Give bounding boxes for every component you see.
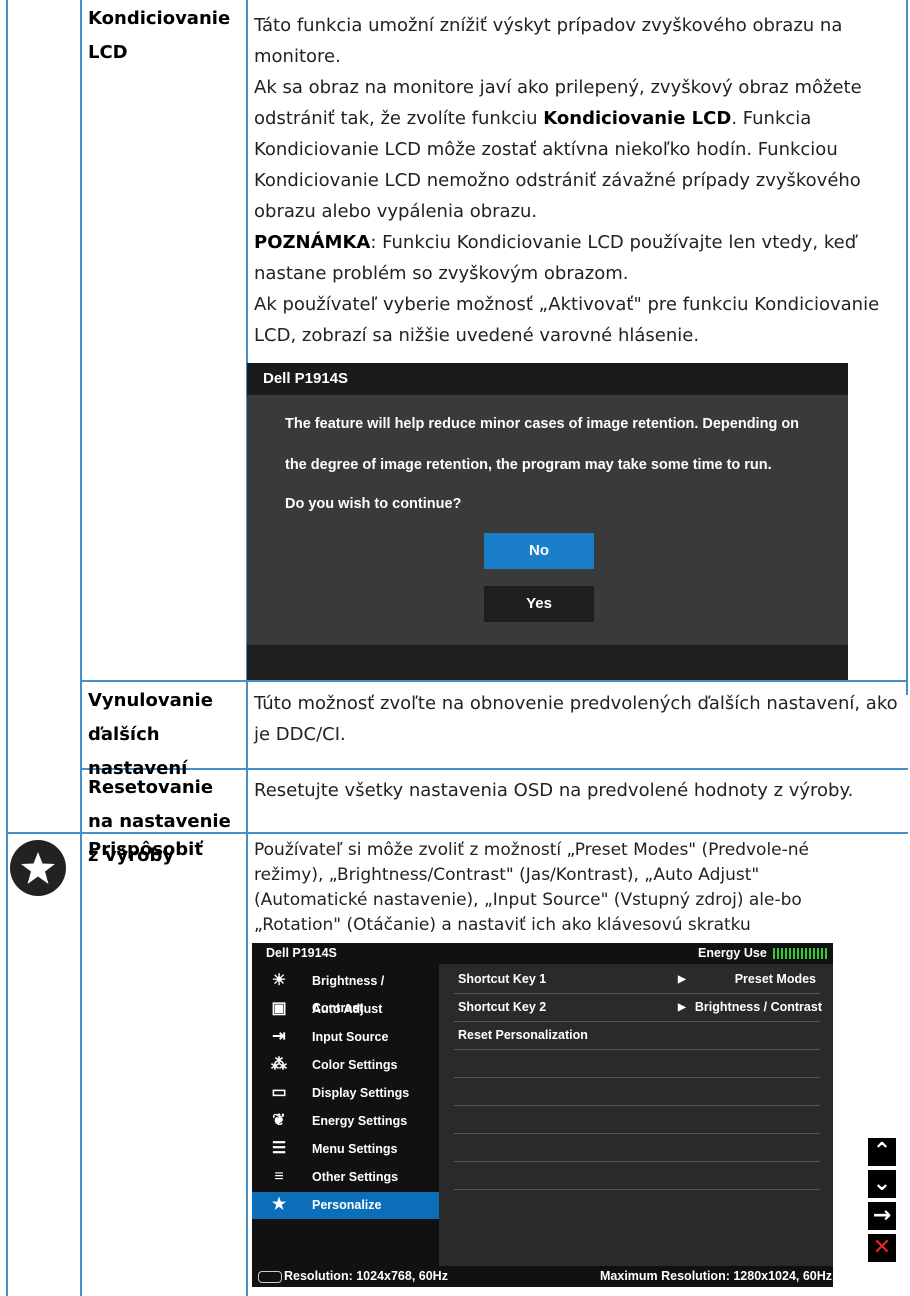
exit-icon[interactable]: ✕: [868, 1234, 896, 1262]
osd-menu-item[interactable]: ☰ Menu Settings: [252, 1136, 439, 1163]
osd-menu-item[interactable]: ▣ Auto Adjust: [252, 996, 439, 1023]
menu-settings-icon: ☰: [271, 1140, 287, 1157]
resolution-label: Resolution: 1024x768, 60Hz: [284, 1269, 448, 1283]
star-icon: [10, 840, 66, 896]
row-desc-factory-reset: Resetujte všetky nastavenia OSD na predv…: [254, 780, 854, 801]
row-desc-lcd-conditioning: Táto funkcia umožní znížiť výskyt prípad…: [254, 10, 902, 351]
enter-icon[interactable]: →: [868, 1202, 896, 1230]
table-border-right: [906, 0, 908, 695]
osd-option-row[interactable]: Shortcut Key 1 ▶ Preset Modes: [454, 966, 820, 994]
osd-menu-item[interactable]: ▭ Display Settings: [252, 1080, 439, 1107]
brightness-icon: ☀: [271, 972, 287, 989]
osd-menu-item[interactable]: ⁂ Color Settings: [252, 1052, 439, 1079]
bold-term: Kondiciovanie LCD: [543, 108, 732, 129]
osd-sidebar: ☀ Brightness / Contrast ▣ Auto Adjust ⇥ Inp…: [252, 964, 439, 1266]
row-desc-reset-other: Túto možnosť zvoľte na obnovenie predvol…: [254, 693, 898, 745]
osd-title: Dell P1914S: [266, 946, 337, 960]
auto-adjust-icon: ▣: [271, 1000, 287, 1017]
dialog-message-line: The feature will help reduce minor cases…: [285, 416, 800, 432]
osd-empty-row: [454, 1134, 820, 1162]
no-button[interactable]: No: [484, 533, 594, 569]
arrow-right-icon: ▶: [678, 974, 686, 985]
max-resolution-label: Maximum Resolution: 1280x1024, 60Hz: [600, 1269, 833, 1283]
dialog-footer: [247, 645, 848, 680]
monitor-icon: [258, 1271, 282, 1283]
display-settings-icon: ▭: [271, 1084, 287, 1101]
warning-dialog: Dell P1914S The feature will help reduce…: [247, 363, 848, 680]
osd-menu: Dell P1914S Energy Use ☀ Brightness / Con…: [252, 943, 833, 1287]
table-border-left: [6, 0, 8, 1296]
color-settings-icon: ⁂: [271, 1056, 287, 1073]
osd-menu-item-selected[interactable]: ★ Personalize: [252, 1192, 439, 1219]
energy-settings-icon: ❦: [272, 1112, 286, 1129]
energy-use-label: Energy Use: [698, 946, 767, 960]
dialog-message-line: Do you wish to continue?: [285, 496, 462, 512]
osd-menu-item[interactable]: ☀ Brightness / Contrast: [252, 968, 439, 1015]
osd-option-row[interactable]: Shortcut Key 2 ▶ Brightness / Contrast: [454, 994, 822, 1022]
paragraph: Táto funkcia umožní znížiť výskyt prípad…: [254, 15, 843, 67]
up-icon[interactable]: ⌃: [868, 1138, 896, 1166]
osd-empty-row: [454, 1050, 820, 1078]
osd-footer: Resolution: 1024x768, 60Hz Maximum Resol…: [252, 1266, 833, 1287]
osd-menu-item[interactable]: ≡ Other Settings: [252, 1164, 439, 1191]
note-label: POZNÁMKA: [254, 232, 371, 253]
star-icon: ★: [271, 1196, 287, 1213]
osd-header: Dell P1914S Energy Use: [252, 943, 833, 964]
down-icon[interactable]: ⌄: [868, 1170, 896, 1198]
other-settings-icon: ≡: [274, 1168, 284, 1185]
osd-empty-row: [454, 1162, 820, 1190]
paragraph: Ak používateľ vyberie možnosť „Aktivovať…: [254, 294, 880, 346]
energy-meter: [773, 948, 829, 959]
input-source-icon: ⇥: [272, 1028, 286, 1045]
row-name-lcd-conditioning: Kondiciovanie LCD: [88, 8, 231, 63]
osd-menu-item[interactable]: ❦ Energy Settings: [252, 1108, 439, 1135]
row-desc-personalize: Používateľ si môže zvoliť z možností „Pr…: [254, 840, 809, 935]
table-border-col1: [80, 0, 82, 1296]
row-name-personalize: Prispôsobiť: [88, 839, 203, 860]
dialog-message-line: the degree of image retention, the progr…: [285, 457, 772, 473]
dialog-title: Dell P1914S: [247, 363, 848, 395]
osd-option-row[interactable]: Reset Personalization: [454, 1022, 820, 1050]
row-divider: [80, 680, 908, 682]
osd-menu-item[interactable]: ⇥ Input Source: [252, 1024, 439, 1051]
osd-empty-row: [454, 1106, 820, 1134]
yes-button[interactable]: Yes: [484, 586, 594, 622]
arrow-right-icon: ▶: [678, 1002, 686, 1013]
osd-empty-row: [454, 1078, 820, 1106]
